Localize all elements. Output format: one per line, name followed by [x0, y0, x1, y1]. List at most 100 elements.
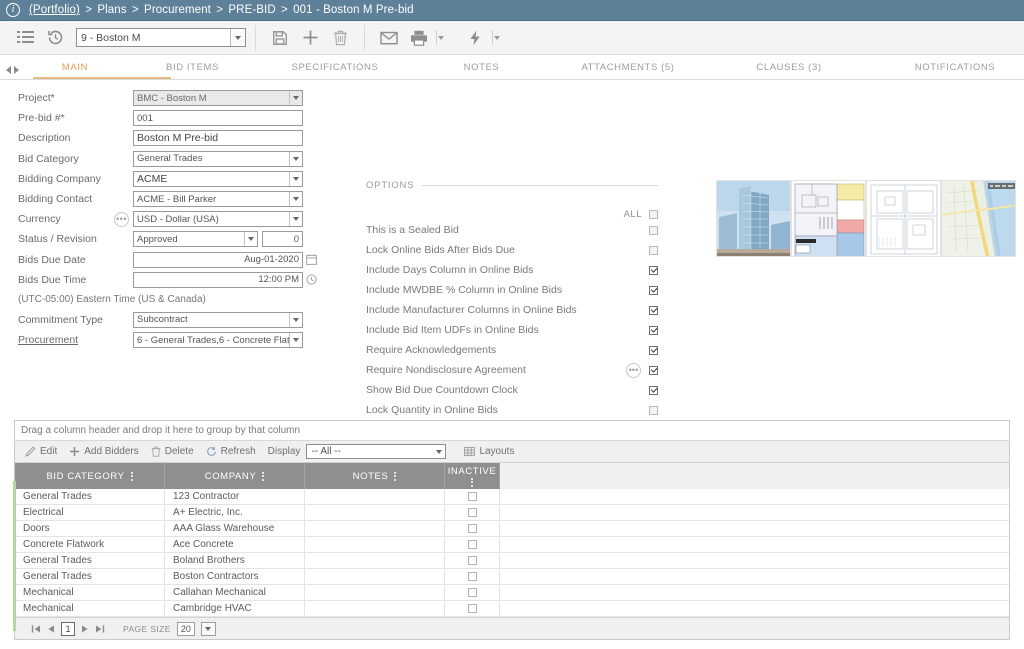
column-menu-icon[interactable]: [471, 477, 473, 487]
list-icon[interactable]: [10, 23, 40, 53]
procurement-label[interactable]: Procurement: [18, 334, 114, 346]
breadcrumb-item-prebid[interactable]: PRE-BID: [228, 4, 275, 16]
option-checkbox-countdown-clock[interactable]: [649, 385, 658, 395]
option-checkbox-lock-after-due[interactable]: [649, 245, 658, 255]
building-photo-thumbnail[interactable]: [716, 180, 791, 257]
tab-attachments[interactable]: ATTACHMENTS (5): [553, 62, 703, 79]
inactive-checkbox[interactable]: [467, 572, 477, 581]
floor-plan-line-thumbnail[interactable]: [866, 180, 941, 257]
first-page-icon[interactable]: [31, 624, 41, 634]
commitment-type-field[interactable]: Subcontract: [133, 311, 303, 328]
table-row[interactable]: Doors AAA Glass Warehouse: [15, 521, 1009, 537]
column-header-bid-category[interactable]: BID CATEGORY: [15, 463, 165, 489]
chevron-down-icon[interactable]: [438, 35, 444, 40]
bids-due-date-field[interactable]: Aug-01-2020: [133, 251, 303, 268]
edit-button[interactable]: Edit: [23, 441, 67, 462]
option-checkbox-lock-quantity[interactable]: [649, 405, 658, 415]
table-row[interactable]: Electrical A+ Electric, Inc.: [15, 505, 1009, 521]
chevron-down-icon[interactable]: [289, 312, 302, 327]
table-row[interactable]: General Trades Boland Brothers: [15, 553, 1009, 569]
prebid-number-field[interactable]: 001: [133, 110, 303, 127]
tab-clauses[interactable]: CLAUSES (3): [703, 62, 875, 79]
inactive-checkbox[interactable]: [467, 540, 477, 549]
delete-icon[interactable]: [325, 23, 355, 53]
tab-notes[interactable]: NOTES: [410, 62, 553, 79]
option-checkbox-bid-item-udfs[interactable]: [649, 325, 658, 335]
floor-plan-color-thumbnail[interactable]: [791, 180, 866, 257]
table-row[interactable]: Mechanical Cambridge HVAC: [15, 601, 1009, 617]
bidding-company-field[interactable]: ACME: [133, 170, 303, 187]
layouts-button[interactable]: Layouts: [462, 441, 524, 462]
column-header-notes[interactable]: NOTES: [305, 463, 445, 489]
history-icon[interactable]: [40, 23, 70, 53]
column-menu-icon[interactable]: [262, 471, 265, 481]
column-header-inactive[interactable]: INACTIVE: [445, 463, 500, 489]
ellipsis-icon[interactable]: •••: [114, 211, 129, 227]
bid-category-field[interactable]: General Trades: [133, 150, 303, 167]
option-checkbox-acknowledgements[interactable]: [649, 345, 658, 355]
email-icon[interactable]: [374, 23, 404, 53]
tab-main[interactable]: MAIN: [25, 62, 171, 79]
option-checkbox-mwdbe-column[interactable]: [649, 285, 658, 295]
ellipsis-icon[interactable]: •••: [626, 362, 641, 378]
breadcrumb-item-procurement[interactable]: Procurement: [144, 4, 211, 16]
print-icon[interactable]: [404, 23, 434, 53]
chevron-down-icon[interactable]: [289, 171, 302, 186]
tab-notifications[interactable]: NOTIFICATIONS: [875, 62, 1024, 79]
lightning-icon[interactable]: [460, 23, 490, 53]
bidding-contact-field[interactable]: ACME - Bill Parker: [133, 191, 303, 208]
table-row[interactable]: Concrete Flatwork Ace Concrete: [15, 537, 1009, 553]
chevron-down-icon[interactable]: [289, 91, 302, 106]
calendar-icon[interactable]: [306, 254, 317, 265]
option-checkbox-days-column[interactable]: [649, 265, 658, 275]
current-page[interactable]: 1: [61, 621, 75, 636]
column-menu-icon[interactable]: [130, 471, 133, 481]
chevron-down-icon[interactable]: [289, 333, 302, 348]
clock-icon[interactable]: [306, 274, 317, 285]
add-icon[interactable]: [295, 23, 325, 53]
table-row[interactable]: General Trades 123 Contractor: [15, 489, 1009, 505]
table-row[interactable]: General Trades Boston Contractors: [15, 569, 1009, 585]
chevron-down-icon[interactable]: [494, 35, 500, 40]
actions-split-button[interactable]: [460, 23, 500, 53]
inactive-checkbox[interactable]: [467, 508, 477, 517]
table-row[interactable]: Mechanical Callahan Mechanical: [15, 585, 1009, 601]
chevron-down-icon[interactable]: [289, 212, 302, 227]
procurement-field[interactable]: 6 - General Trades,6 - Concrete Flatwork: [133, 332, 303, 349]
option-checkbox-sealed-bid[interactable]: [649, 225, 658, 235]
project-selector[interactable]: 9 - Boston M: [76, 28, 246, 47]
column-menu-icon[interactable]: [394, 471, 397, 481]
site-map-thumbnail[interactable]: [941, 180, 1016, 257]
option-checkbox-manufacturer-columns[interactable]: [649, 305, 658, 315]
arrow-right-icon[interactable]: [14, 66, 19, 74]
chevron-down-icon[interactable]: [432, 449, 445, 454]
page-size-value[interactable]: 20: [176, 621, 195, 636]
delete-button[interactable]: Delete: [149, 441, 204, 462]
chevron-down-icon[interactable]: [244, 232, 257, 247]
last-page-icon[interactable]: [95, 624, 105, 634]
arrow-left-icon[interactable]: [6, 66, 11, 74]
revision-field[interactable]: 0: [262, 231, 303, 248]
breadcrumb-item-plans[interactable]: Plans: [97, 4, 126, 16]
bids-due-time-field[interactable]: 12:00 PM: [133, 271, 303, 288]
inactive-checkbox[interactable]: [467, 524, 477, 533]
display-filter-select[interactable]: -- All --: [306, 444, 447, 459]
prev-page-icon[interactable]: [47, 624, 55, 634]
chevron-down-icon[interactable]: [289, 151, 302, 166]
next-page-icon[interactable]: [81, 624, 89, 634]
inactive-checkbox[interactable]: [467, 604, 477, 613]
chevron-down-icon[interactable]: [289, 192, 302, 207]
inactive-checkbox[interactable]: [467, 588, 477, 597]
tab-specifications[interactable]: SPECIFICATIONS: [260, 62, 410, 79]
description-field[interactable]: Boston M Pre-bid: [133, 130, 303, 147]
chevron-down-icon[interactable]: [230, 29, 245, 46]
inactive-checkbox[interactable]: [467, 556, 477, 565]
column-header-company[interactable]: COMPANY: [165, 463, 305, 489]
info-icon[interactable]: i: [6, 3, 20, 17]
save-icon[interactable]: [265, 23, 295, 53]
options-all-checkbox[interactable]: [649, 210, 658, 219]
status-field[interactable]: Approved: [133, 231, 258, 248]
currency-field[interactable]: USD - Dollar (USA): [133, 211, 303, 228]
breadcrumb-root[interactable]: (Portfolio): [29, 4, 80, 16]
refresh-button[interactable]: Refresh: [204, 441, 266, 462]
